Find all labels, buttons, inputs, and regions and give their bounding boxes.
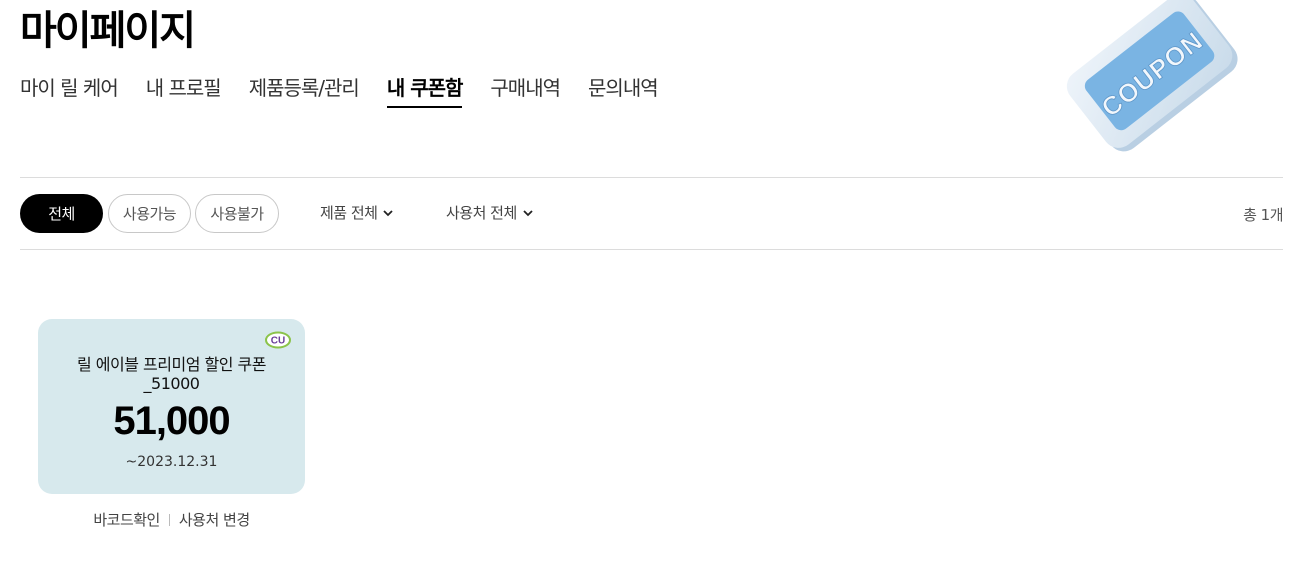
product-filter-label: 제품 전체 xyxy=(320,204,378,222)
page-title: 마이페이지 xyxy=(20,8,196,54)
coupon-expiry: ~2023.12.31 xyxy=(125,454,218,470)
tab-inquiry-history[interactable]: 문의내역 xyxy=(588,74,659,108)
tab-my-profile[interactable]: 내 프로필 xyxy=(146,74,222,108)
filter-all-button[interactable]: 전체 xyxy=(20,194,103,233)
place-filter-dropdown[interactable]: 사용처 전체 xyxy=(446,202,534,223)
chevron-down-icon xyxy=(383,209,394,216)
coupon-tag-icon: COUPON xyxy=(1066,0,1238,152)
filter-unusable-button[interactable]: 사용불가 xyxy=(195,194,279,233)
filter-bar: 전체 사용가능 사용불가 제품 전체 사용처 전체 총 1개 xyxy=(20,177,1283,250)
coupon-amount: 51,000 xyxy=(113,399,230,443)
action-divider xyxy=(168,513,170,526)
chevron-down-icon xyxy=(523,209,533,216)
product-filter-dropdown[interactable]: 제품 전체 xyxy=(320,202,394,223)
cu-logo-icon: CU xyxy=(265,331,291,349)
barcode-check-link[interactable]: 바코드확인 xyxy=(93,509,160,530)
tab-purchase-history[interactable]: 구매내역 xyxy=(490,74,561,108)
coupon-card[interactable]: CU 릴 에이블 프리미엄 할인 쿠폰 _51000 51,000 ~2023.… xyxy=(38,319,305,494)
tab-my-coupons[interactable]: 내 쿠폰함 xyxy=(386,74,463,108)
tab-my-reel-care[interactable]: 마이 릴 케어 xyxy=(20,74,119,108)
coupon-actions: 바코드확인 사용처 변경 xyxy=(38,509,305,530)
coupon-total-count: 총 1개 xyxy=(1243,206,1283,224)
page: 마이페이지 마이 릴 케어 내 프로필 제품등록/관리 내 쿠폰함 구매내역 문… xyxy=(0,0,1302,564)
cu-logo-text: CU xyxy=(271,336,285,347)
filter-usable-button[interactable]: 사용가능 xyxy=(108,194,191,233)
change-place-link[interactable]: 사용처 변경 xyxy=(179,509,250,530)
tab-product-registration[interactable]: 제품등록/관리 xyxy=(249,74,360,108)
mypage-tabs: 마이 릴 케어 내 프로필 제품등록/관리 내 쿠폰함 구매내역 문의내역 xyxy=(20,74,659,108)
place-filter-label: 사용처 전체 xyxy=(446,204,517,222)
coupon-name: 릴 에이블 프리미엄 할인 쿠폰 _51000 xyxy=(77,355,266,393)
